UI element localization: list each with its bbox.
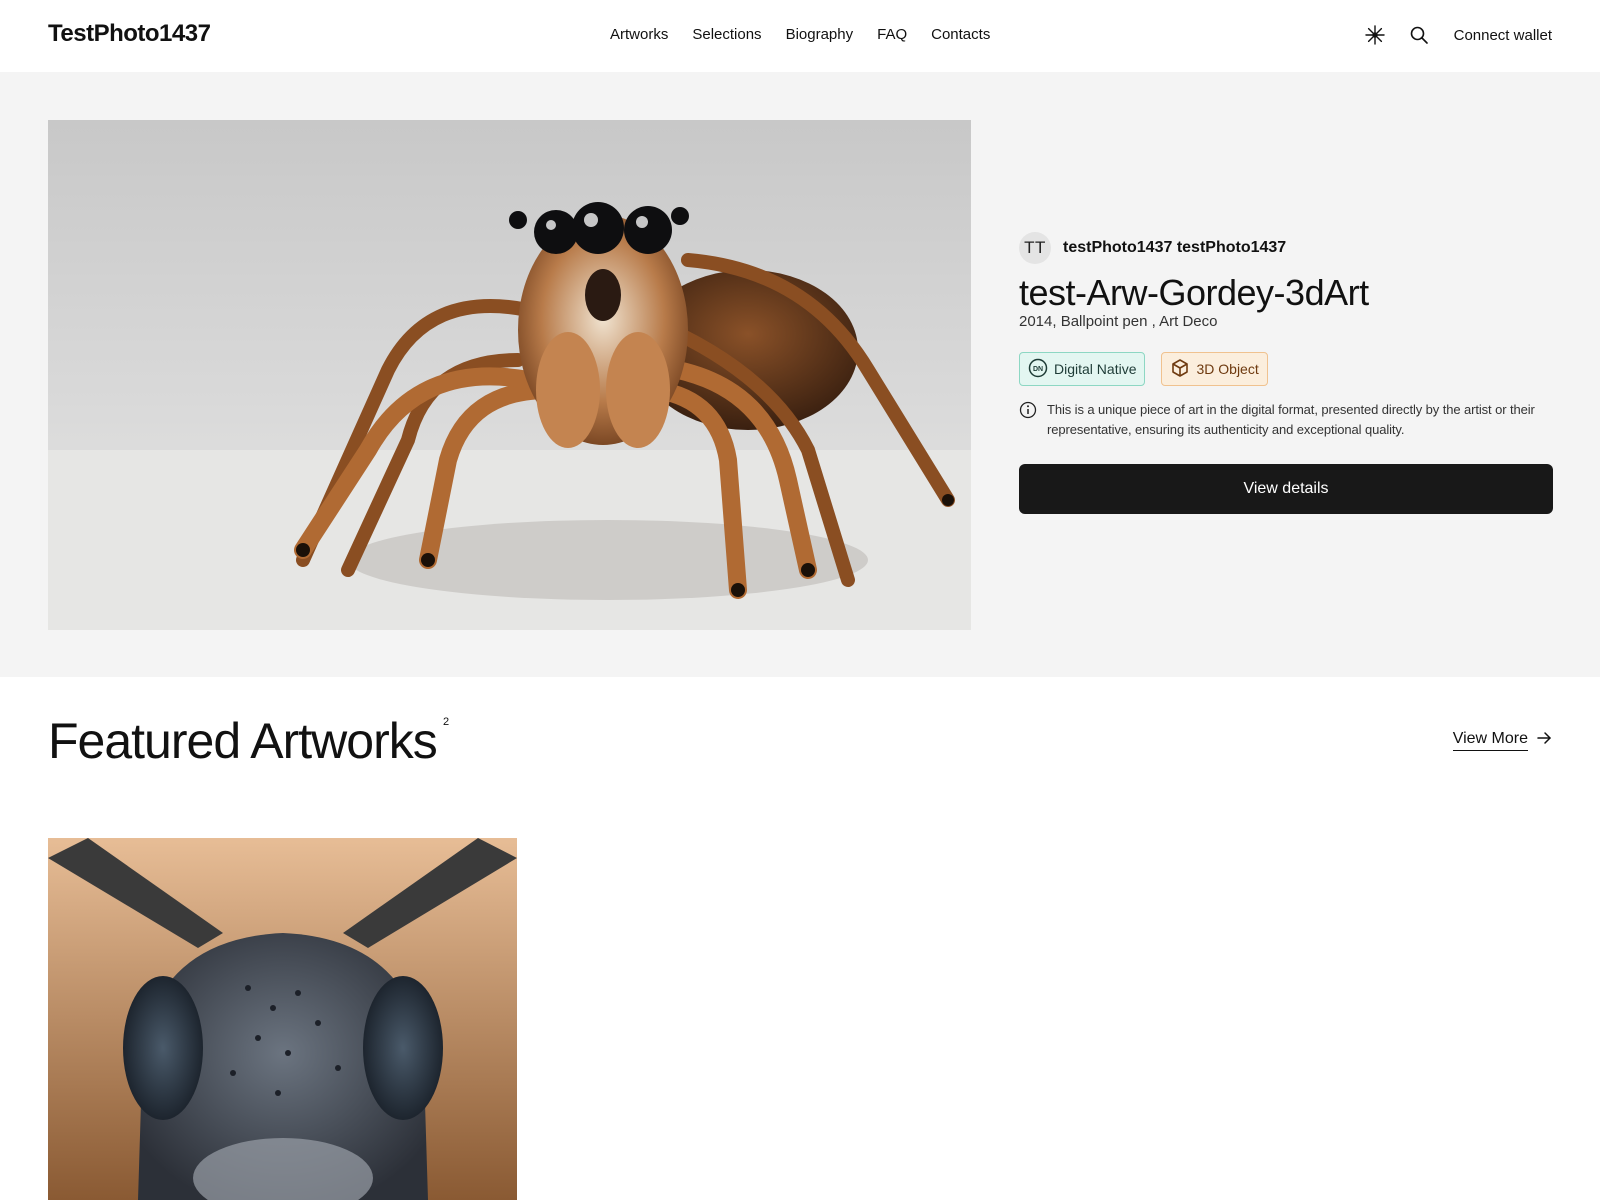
nav-selections[interactable]: Selections [692, 26, 761, 43]
featured-title: Featured Artworks [48, 713, 438, 769]
theme-toggle-icon[interactable] [1362, 22, 1388, 48]
arrow-right-icon [1536, 730, 1552, 751]
tag-label: Digital Native [1054, 361, 1137, 378]
header-actions: Connect wallet [1362, 22, 1552, 48]
info-icon [1019, 401, 1037, 424]
avatar: TT [1019, 232, 1051, 264]
featured-artwork-card[interactable] [48, 838, 517, 1200]
svg-text:DN: DN [1033, 366, 1043, 373]
jumping-spider-photo [48, 120, 971, 630]
connect-wallet-button[interactable]: Connect wallet [1454, 27, 1552, 44]
view-more-label: View More [1452, 730, 1528, 751]
notice-text: This is a unique piece of art in the dig… [1047, 402, 1535, 438]
hero-artwork-image[interactable] [48, 120, 971, 630]
main-nav: Artworks Selections Biography FAQ Contac… [610, 26, 990, 43]
authenticity-notice: This is a unique piece of art in the dig… [1019, 400, 1553, 440]
nav-contacts[interactable]: Contacts [931, 26, 990, 43]
beetle-head-photo [48, 838, 517, 1200]
view-more-link[interactable]: View More [1452, 730, 1552, 751]
nav-biography[interactable]: Biography [786, 26, 854, 43]
tag-label: 3D Object [1196, 361, 1259, 378]
artwork-tags: DN Digital Native 3D Object [1019, 352, 1553, 387]
artist-row[interactable]: TT testPhoto1437 testPhoto1437 [1019, 232, 1553, 264]
tag-3d-object: 3D Object [1161, 352, 1268, 387]
artwork-title: test-Arw-Gordey-3dArt [1019, 272, 1369, 313]
tag-digital-native: DN Digital Native [1019, 352, 1146, 387]
cube-icon [1170, 358, 1190, 381]
artwork-meta: 2014, Ballpoint pen , Art Deco [1019, 313, 1218, 331]
nav-faq[interactable]: FAQ [877, 26, 907, 43]
featured-count: 2 [443, 716, 450, 728]
hero-section: TT testPhoto1437 testPhoto1437 test-Arw-… [0, 72, 1600, 677]
nav-artworks[interactable]: Artworks [610, 26, 668, 43]
artist-name[interactable]: testPhoto1437 testPhoto1437 [1063, 239, 1286, 257]
artwork-info: TT testPhoto1437 testPhoto1437 test-Arw-… [1019, 232, 1553, 515]
site-header: TestPhoto1437 Artworks Selections Biogra… [0, 0, 1600, 72]
dn-icon: DN [1028, 358, 1048, 381]
site-logo[interactable]: TestPhoto1437 [48, 20, 211, 48]
view-details-button[interactable]: View details [1019, 464, 1553, 515]
search-icon[interactable] [1406, 22, 1432, 48]
